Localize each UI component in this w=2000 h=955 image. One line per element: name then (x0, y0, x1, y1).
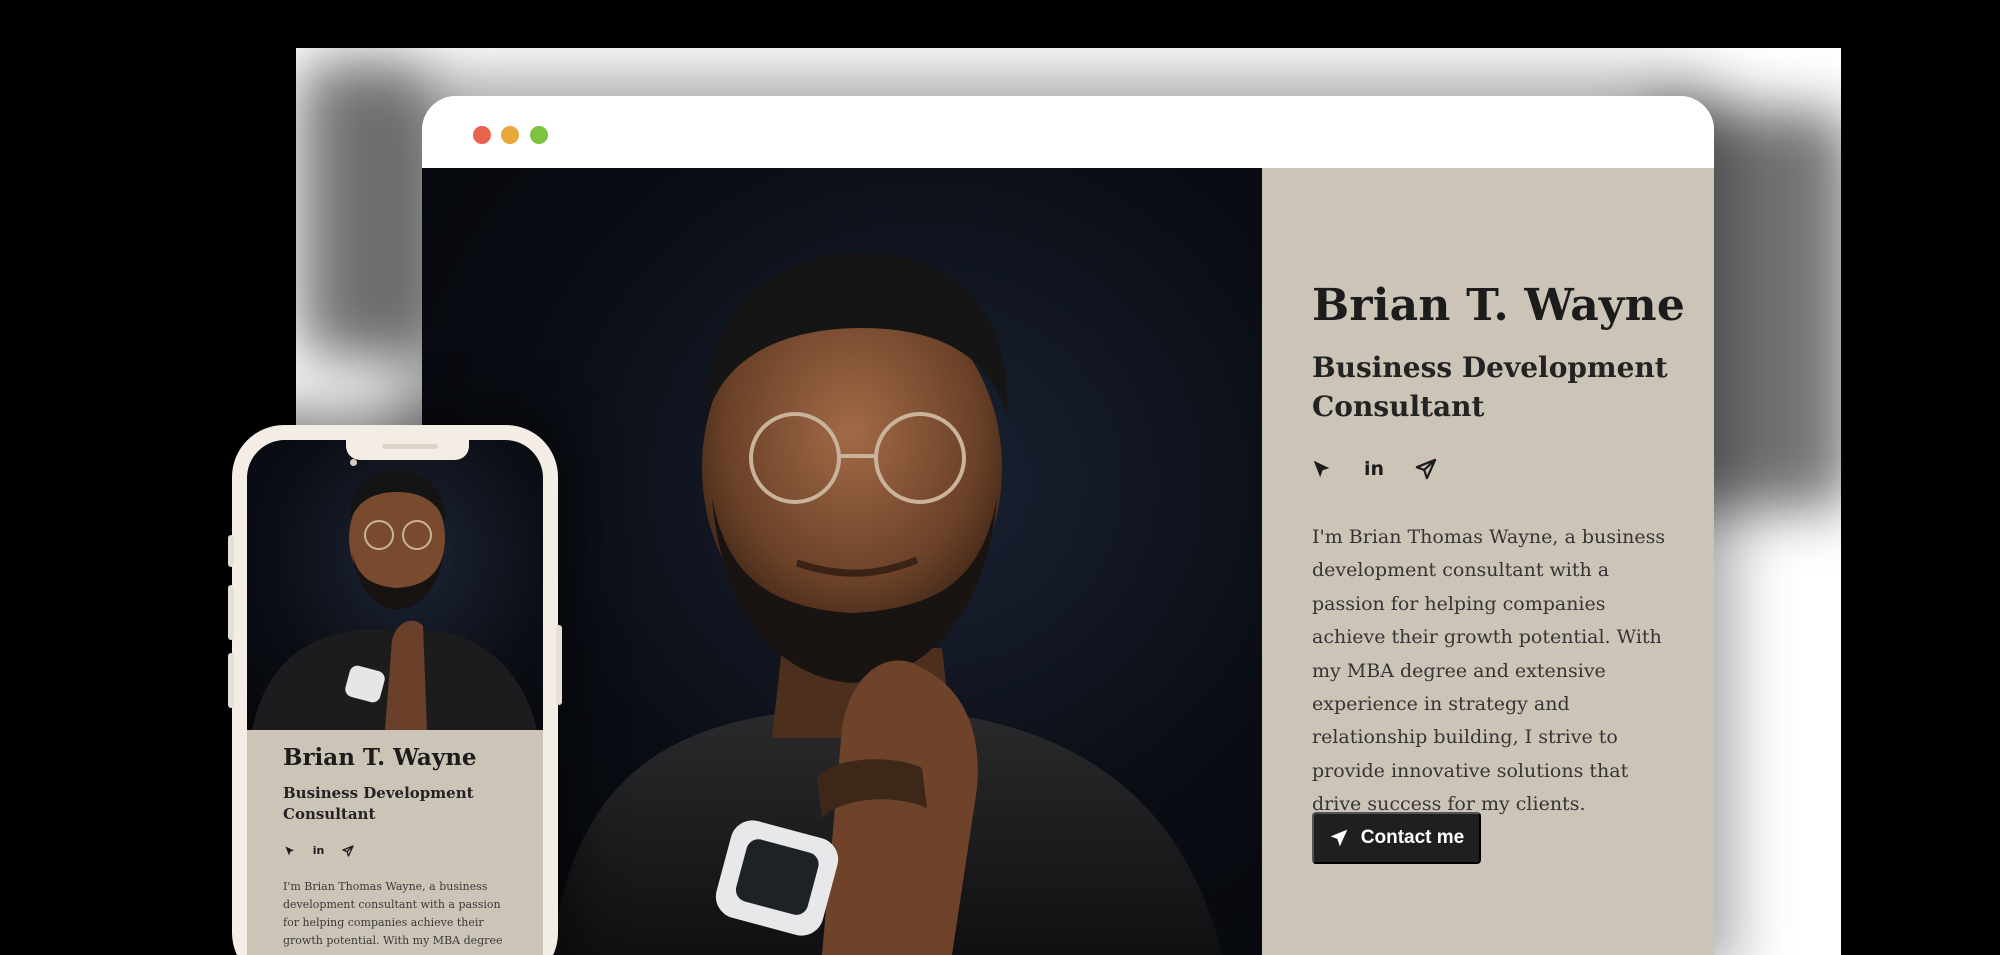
profile-info-panel: Brian T. Wayne Business Development Cons… (1262, 168, 1714, 955)
phone-side-button (228, 535, 234, 567)
phone-side-button (228, 585, 234, 640)
cursor-arrow-icon[interactable] (1306, 453, 1338, 485)
profile-bio: I'm Brian Thomas Wayne, a business devel… (1312, 526, 1666, 816)
shadow (300, 60, 430, 360)
mobile-phone-mockup: Brian T. Wayne Business Development Cons… (228, 425, 562, 955)
phone-speaker (382, 444, 438, 449)
phone-side-button (228, 653, 234, 708)
contact-button-label: Contact me (1360, 827, 1465, 848)
profile-name: Brian T. Wayne (1312, 280, 1686, 331)
phone-camera (350, 459, 357, 466)
phone-screen: Brian T. Wayne Business Development Cons… (247, 440, 543, 955)
phone-side-button (556, 625, 562, 705)
social-links: in (1306, 453, 1442, 485)
phone-notch (346, 440, 469, 460)
mobile-social-links: in (279, 840, 358, 861)
profile-role: Business Development Consultant (1312, 351, 1668, 423)
linkedin-text: in (1363, 458, 1385, 480)
mobile-profile-bio: I'm Brian Thomas Wayne, a business devel… (283, 880, 503, 947)
mobile-portrait-illustration (252, 469, 537, 730)
minimize-window-dot[interactable] (501, 126, 519, 144)
maximize-window-dot[interactable] (530, 126, 548, 144)
paper-plane-icon (1330, 829, 1348, 847)
paper-plane-icon[interactable] (1410, 453, 1442, 485)
paper-plane-icon[interactable] (337, 840, 358, 861)
desktop-browser-mockup: Brian T. Wayne Business Development Cons… (422, 96, 1714, 955)
linkedin-icon[interactable]: in (308, 840, 329, 861)
browser-title-bar (422, 96, 1714, 168)
mobile-linkedin-text: in (312, 844, 325, 857)
mobile-profile-role: Business Development Consultant (283, 784, 474, 823)
linkedin-icon[interactable]: in (1358, 453, 1390, 485)
close-window-dot[interactable] (473, 126, 491, 144)
mobile-profile-name: Brian T. Wayne (283, 744, 477, 771)
cursor-arrow-icon[interactable] (279, 840, 300, 861)
contact-me-button[interactable]: Contact me (1312, 812, 1481, 864)
mobile-profile-photo (247, 440, 543, 730)
